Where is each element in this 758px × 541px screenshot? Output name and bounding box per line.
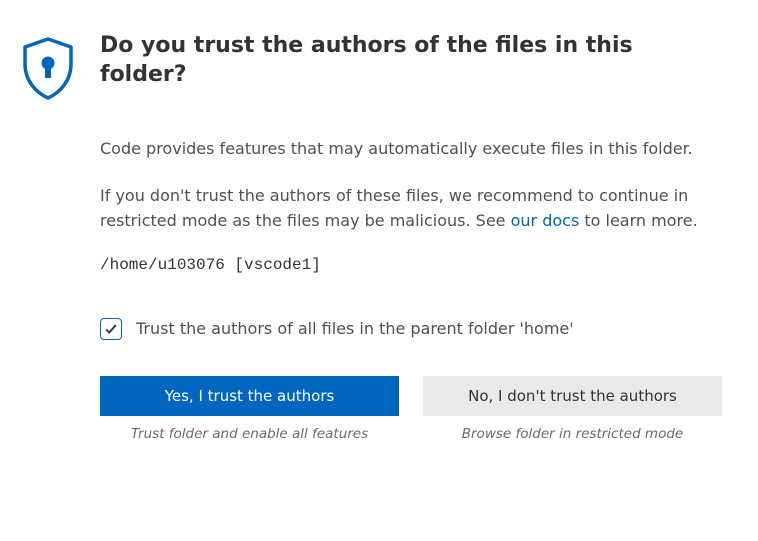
no-caption: Browse folder in restricted mode	[462, 426, 683, 442]
workspace-trust-dialog: Do you trust the authors of the files in…	[20, 32, 722, 442]
trust-parent-label: Trust the authors of all files in the pa…	[136, 319, 574, 338]
description-text-b: to learn more.	[579, 211, 697, 230]
check-icon	[104, 322, 118, 336]
yes-trust-button[interactable]: Yes, I trust the authors	[100, 376, 399, 416]
trust-parent-row: Trust the authors of all files in the pa…	[100, 318, 722, 340]
yes-caption: Trust folder and enable all features	[131, 426, 368, 442]
docs-link[interactable]: our docs	[511, 211, 580, 230]
folder-path: /home/u103076 [vscode1]	[100, 256, 722, 274]
button-row: Yes, I trust the authors Trust folder an…	[100, 376, 722, 442]
yes-group: Yes, I trust the authors Trust folder an…	[100, 376, 399, 442]
no-group: No, I don't trust the authors Browse fol…	[423, 376, 722, 442]
no-trust-button[interactable]: No, I don't trust the authors	[423, 376, 722, 416]
trust-parent-checkbox[interactable]	[100, 318, 122, 340]
content-column: Do you trust the authors of the files in…	[100, 32, 722, 442]
dialog-title: Do you trust the authors of the files in…	[100, 32, 722, 89]
shield-icon	[20, 87, 76, 106]
icon-column	[20, 32, 76, 106]
description-paragraph-1: Code provides features that may automati…	[100, 137, 722, 162]
description-paragraph-2: If you don't trust the authors of these …	[100, 184, 722, 234]
